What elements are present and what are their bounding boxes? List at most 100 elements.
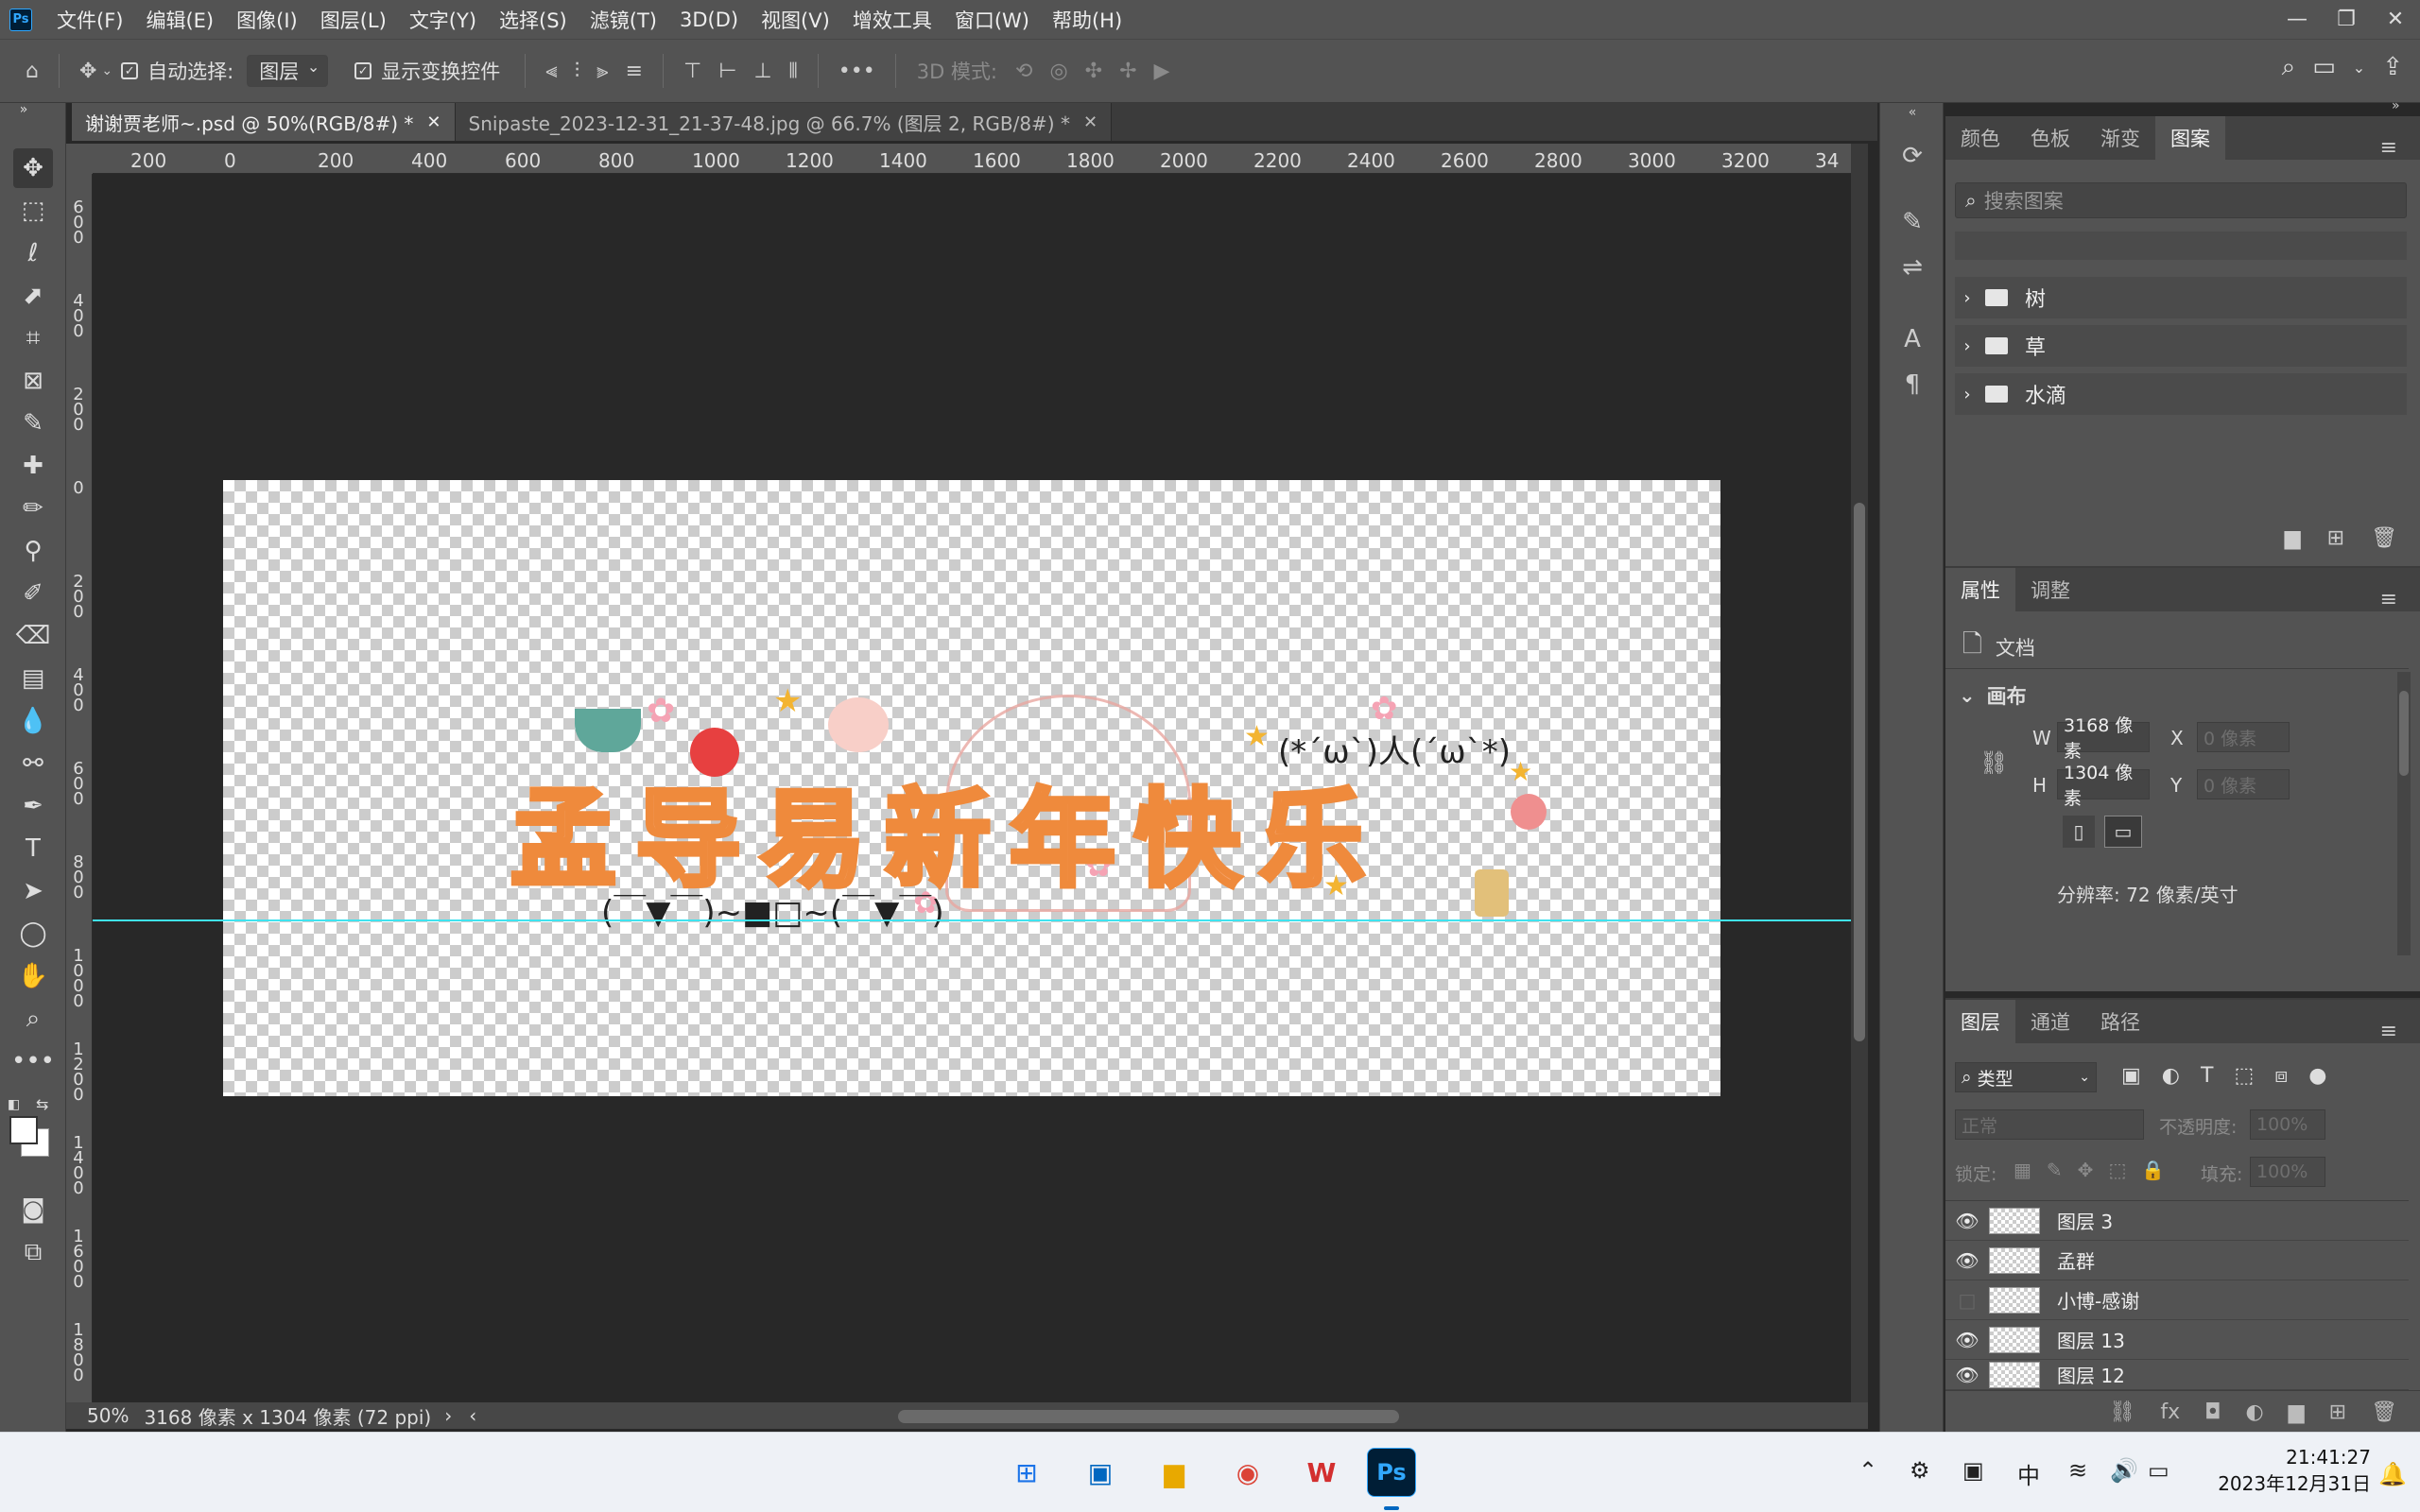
blur-tool-icon[interactable]: 💧	[13, 701, 53, 741]
tab-document-2[interactable]: Snipaste_2023-12-31_21-37-48.jpg @ 66.7%…	[455, 103, 1113, 141]
type-tool-icon[interactable]: T	[13, 829, 53, 868]
brush-settings-icon[interactable]: ✎	[1893, 203, 1931, 241]
link-layers-icon[interactable]: ⛓	[2109, 1400, 2135, 1424]
trash-icon[interactable]: 🗑	[2371, 1400, 2397, 1424]
home-icon[interactable]: ⌂	[26, 60, 39, 83]
pen-tool-icon[interactable]: ✒	[13, 786, 53, 826]
scroll-thumb[interactable]	[1854, 503, 1865, 1041]
align-top-icon[interactable]: ⊤	[683, 60, 701, 83]
align-center-h-icon[interactable]: ⫶	[575, 60, 580, 83]
crop-tool-icon[interactable]: ⌗	[13, 318, 53, 358]
panel-menu-icon[interactable]: ≡	[2365, 126, 2412, 169]
menu-file[interactable]: 文件(F)	[45, 6, 134, 34]
distribute-h-icon[interactable]: ≡	[626, 60, 643, 83]
chevron-left-icon[interactable]: ‹	[469, 1404, 476, 1427]
tab-paths[interactable]: 路径	[2085, 1000, 2155, 1043]
chrome-icon[interactable]: ◉	[1223, 1448, 1272, 1497]
new-layer-icon[interactable]: ⊞	[2329, 1400, 2346, 1424]
expand-panel-icon[interactable]: »	[4, 101, 43, 118]
filter-pixel-icon[interactable]: ▣	[2121, 1064, 2141, 1088]
menu-layer[interactable]: 图层(L)	[309, 6, 398, 34]
brush-tool-icon[interactable]: ✏	[13, 489, 53, 528]
ime-indicator[interactable]: 中	[2017, 1457, 2040, 1490]
stamp-tool-icon[interactable]: ⚲	[13, 531, 53, 571]
close-icon[interactable]: ✕	[426, 112, 441, 132]
scroll-thumb[interactable]	[898, 1410, 1399, 1423]
more-tools-icon[interactable]: •••	[11, 1041, 55, 1081]
workspace-icon[interactable]: ▭	[2312, 53, 2336, 82]
filter-adjustment-icon[interactable]: ◐	[2162, 1064, 2180, 1088]
visibility-off-icon[interactable]: □	[1945, 1289, 1989, 1312]
dodge-tool-icon[interactable]: ⚯	[13, 744, 53, 783]
search-icon[interactable]: ⌕	[2282, 53, 2296, 82]
vertical-ruler[interactable]: 6 0 0 4 0 0 2 0 0 0 2 0 0 4 0 0 6 0 0 8 0 0 1 0 …	[66, 174, 93, 1402]
menu-3d[interactable]: 3D(D)	[668, 9, 750, 31]
healing-tool-icon[interactable]: ✚	[13, 446, 53, 486]
menu-filter[interactable]: 滤镜(T)	[579, 6, 668, 34]
eyedropper-tool-icon[interactable]: ✎	[13, 404, 53, 443]
align-bottom-icon[interactable]: ⊥	[753, 60, 771, 83]
battery-icon[interactable]: ▭	[2148, 1457, 2169, 1484]
chevron-right-icon[interactable]: ›	[444, 1404, 452, 1427]
link-icon[interactable]: ⛓	[1979, 749, 2008, 776]
vertical-scrollbar[interactable]	[1851, 144, 1868, 1402]
new-group-folder-icon[interactable]: ▆	[2285, 526, 2301, 550]
filter-toggle-icon[interactable]: ●	[2308, 1064, 2326, 1088]
tab-gradients[interactable]: 渐变	[2085, 116, 2155, 160]
adjustment-layer-icon[interactable]: ◐	[2246, 1400, 2264, 1424]
add-pattern-icon[interactable]: ⊞	[2327, 526, 2344, 550]
menu-image[interactable]: 图像(I)	[225, 6, 309, 34]
collapse-panels-icon[interactable]: «	[1893, 103, 1931, 122]
eye-icon[interactable]: 👁	[1945, 1210, 1989, 1232]
trash-icon[interactable]: 🗑	[2371, 526, 2397, 550]
zoom-tool-icon[interactable]: ⌕	[13, 999, 53, 1039]
share-icon[interactable]: ⇪	[2382, 53, 2403, 82]
volume-icon[interactable]: 🔊	[2110, 1457, 2138, 1484]
layer-row[interactable]: 👁 孟群	[1945, 1241, 2409, 1280]
panel-menu-icon[interactable]: ≡	[2365, 577, 2412, 621]
align-right-icon[interactable]: ⫸	[596, 60, 608, 83]
eye-icon[interactable]: 👁	[1945, 1329, 1989, 1351]
align-left-icon[interactable]: ⫷	[545, 60, 557, 83]
wps-office-icon[interactable]: W	[1297, 1448, 1346, 1497]
close-icon[interactable]: ✕	[1083, 112, 1098, 132]
eye-icon[interactable]: 👁	[1945, 1249, 1989, 1272]
photoshop-taskbar-icon[interactable]: Ps	[1367, 1448, 1416, 1497]
foreground-color-swatch[interactable]	[9, 1116, 38, 1144]
wifi-icon[interactable]: ≋	[2068, 1457, 2087, 1484]
chevron-down-icon[interactable]: ⌄	[2353, 59, 2365, 82]
menu-select[interactable]: 选择(S)	[488, 6, 579, 34]
layer-row[interactable]: 👁 图层 12	[1945, 1360, 2409, 1390]
auto-select-dropdown[interactable]: 图层	[247, 55, 329, 87]
path-select-tool-icon[interactable]: ➤	[13, 871, 53, 911]
align-middle-icon[interactable]: ⊢	[718, 60, 736, 83]
minimize-button[interactable]: —	[2273, 0, 2322, 39]
filter-shape-icon[interactable]: ⬚	[2234, 1064, 2254, 1088]
system-clock[interactable]: 21:41:27 2023年12月31日	[2218, 1444, 2371, 1497]
menu-plugins[interactable]: 增效工具	[841, 6, 943, 34]
new-group-folder-icon[interactable]: ▆	[2289, 1400, 2305, 1424]
character-icon[interactable]: A	[1893, 320, 1931, 358]
menu-edit[interactable]: 编辑(E)	[134, 6, 225, 34]
history-brush-tool-icon[interactable]: ✐	[13, 574, 53, 613]
restore-button[interactable]: ❐	[2322, 0, 2371, 39]
chevron-up-icon[interactable]: ⌃	[1858, 1457, 1877, 1484]
pattern-group-water[interactable]: › 水滴	[1955, 373, 2407, 415]
distribute-v-icon[interactable]: ⫴	[789, 60, 798, 83]
scroll-thumb[interactable]	[2399, 691, 2409, 776]
windows-start-icon[interactable]: ⊞	[1002, 1448, 1051, 1497]
quick-mask-icon[interactable]: ◙	[13, 1190, 53, 1229]
zoom-level[interactable]: 50%	[66, 1404, 129, 1427]
move-tool-icon[interactable]: ✥	[13, 148, 53, 188]
screen-mode-icon[interactable]: ⧉	[13, 1232, 53, 1272]
chevron-right-icon[interactable]: ›	[1955, 385, 1979, 404]
chevron-down-icon[interactable]: ⌄	[101, 63, 112, 78]
more-options-button[interactable]: •••	[838, 60, 875, 83]
move-tool-icon[interactable]: ✥	[79, 60, 96, 83]
frame-tool-icon[interactable]: ⊠	[13, 361, 53, 401]
notification-bell-icon[interactable]: 🔔	[2378, 1461, 2407, 1487]
layer-row[interactable]: 👁 图层 13	[1945, 1320, 2409, 1360]
tab-layers[interactable]: 图层	[1945, 1000, 2015, 1043]
chevron-right-icon[interactable]: ›	[1955, 336, 1979, 356]
landscape-orientation-icon[interactable]: ▭	[2104, 816, 2142, 848]
